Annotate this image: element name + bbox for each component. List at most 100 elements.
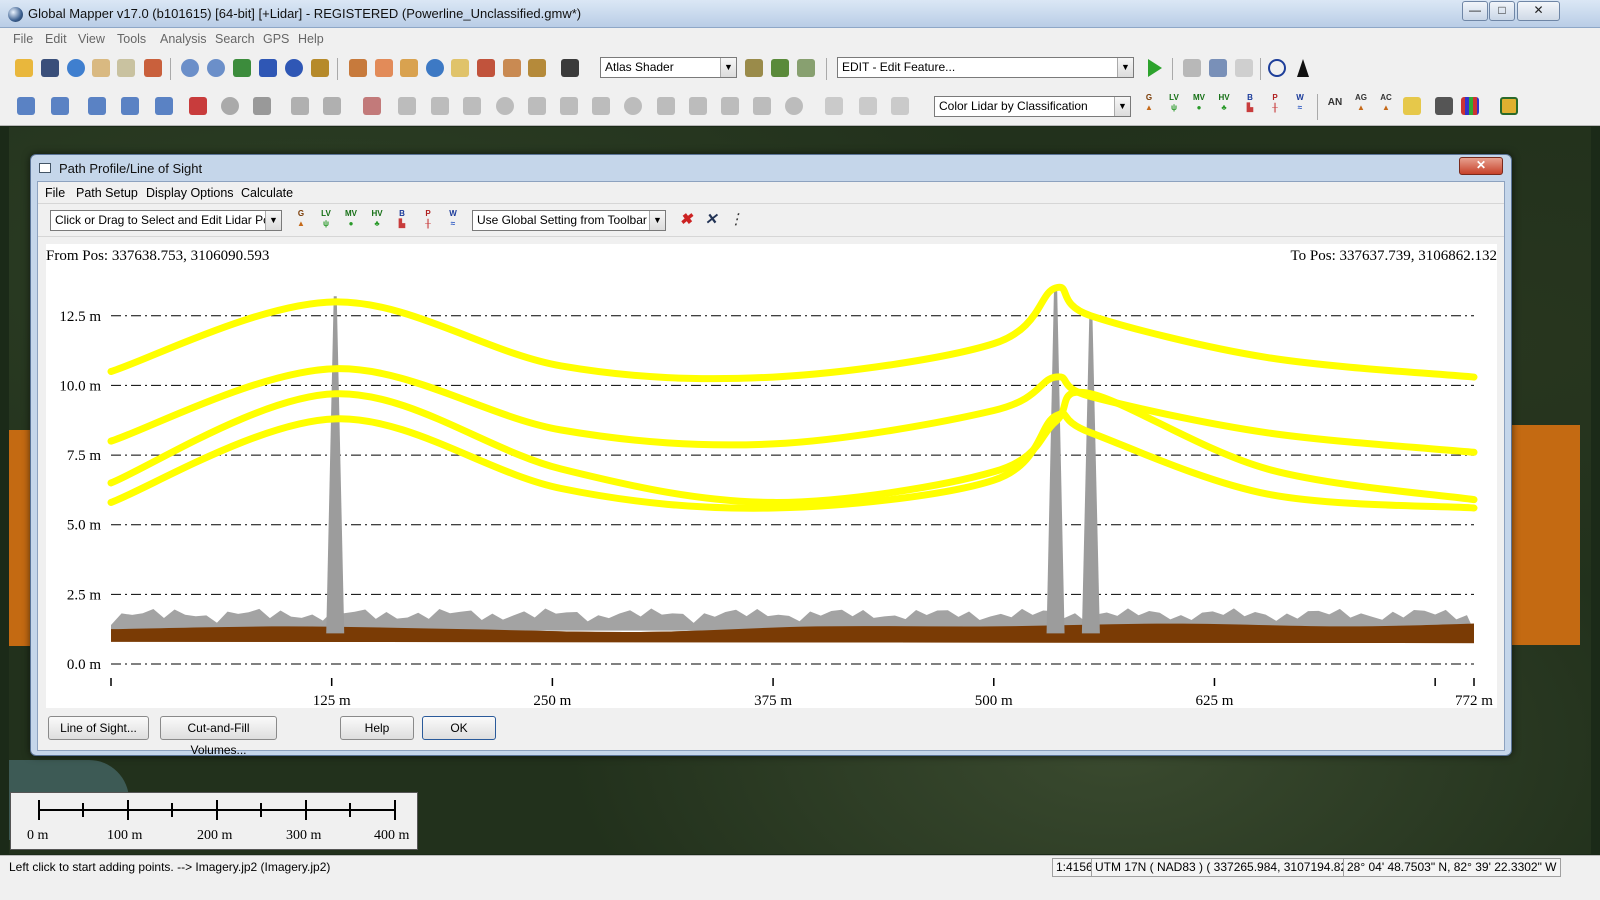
lidar-module-icon[interactable]	[1497, 94, 1521, 118]
menu-analysis[interactable]: Analysis	[160, 32, 207, 46]
binoculars-icon[interactable]	[558, 56, 582, 80]
difference-icon[interactable]	[750, 94, 774, 118]
lidar-class-ground-button[interactable]: G ▲	[1138, 93, 1160, 117]
create-line-icon[interactable]	[85, 94, 109, 118]
snap-icon[interactable]	[1232, 56, 1256, 80]
split-line-icon[interactable]	[395, 94, 419, 118]
path-profile-icon[interactable]	[448, 56, 472, 80]
color-setting-select[interactable]: Use Global Setting from Toolbar ▼	[472, 210, 666, 231]
rotate-tool-icon[interactable]	[493, 94, 517, 118]
intersect-icon[interactable]	[686, 94, 710, 118]
lidar-class-low-veg-button[interactable]: LV ψ	[1163, 93, 1185, 117]
dialog-menu-file[interactable]: File	[45, 186, 65, 200]
zoom-out-icon[interactable]	[204, 56, 228, 80]
tools-icon[interactable]: ✕	[699, 208, 723, 232]
zoom-in-icon[interactable]	[178, 56, 202, 80]
edit-mode-select[interactable]: EDIT - Edit Feature... ▼	[837, 57, 1134, 78]
minimize-button[interactable]: —	[1462, 1, 1488, 21]
menu-view[interactable]: View	[78, 32, 105, 46]
crop-icon[interactable]	[654, 94, 678, 118]
split-points-icon[interactable]: ⋮	[724, 208, 748, 232]
union-icon[interactable]	[718, 94, 742, 118]
save-icon[interactable]	[38, 56, 62, 80]
open-folder-icon[interactable]	[12, 56, 36, 80]
3d-icon[interactable]	[768, 56, 792, 80]
digitizer-icon[interactable]	[500, 56, 524, 80]
zoom-extents-icon[interactable]	[230, 56, 254, 80]
circle-tool-icon[interactable]	[218, 94, 242, 118]
edit-shape-icon[interactable]	[360, 94, 384, 118]
refresh-icon[interactable]	[282, 56, 306, 80]
view-shed-icon[interactable]	[474, 56, 498, 80]
profile-plot[interactable]: From Pos: 337638.753, 3106090.593 To Pos…	[46, 244, 1497, 708]
dialog-menu-path-setup[interactable]: Path Setup	[76, 186, 138, 200]
menu-search[interactable]: Search	[215, 32, 255, 46]
filter-high-veg-button[interactable]: HV ♣	[366, 209, 388, 233]
lidar-color-select[interactable]: Color Lidar by Classification ▼	[934, 96, 1131, 117]
shader-select[interactable]: Atlas Shader ▼	[600, 57, 737, 78]
coordinate-icon[interactable]	[186, 94, 210, 118]
measure-angle-icon[interactable]	[320, 94, 344, 118]
dialog-menu-calculate[interactable]: Calculate	[241, 186, 293, 200]
color-grid-icon[interactable]	[1458, 94, 1482, 118]
print-icon[interactable]	[89, 56, 113, 80]
help-button[interactable]: Help	[340, 716, 414, 740]
create-point-icon[interactable]	[152, 94, 176, 118]
reshape-icon[interactable]	[856, 94, 880, 118]
lidar-class-powerline-button[interactable]: P ╫	[1264, 93, 1286, 117]
menu-gps[interactable]: GPS	[263, 32, 289, 46]
config-icon[interactable]	[141, 56, 165, 80]
line-of-sight-button[interactable]: Line of Sight...	[48, 716, 149, 740]
layer-icon[interactable]	[1206, 56, 1230, 80]
menu-tools[interactable]: Tools	[117, 32, 146, 46]
move-vertex-icon[interactable]	[288, 94, 312, 118]
menu-file[interactable]: File	[13, 32, 33, 46]
filter-med-veg-button[interactable]: MV ●	[340, 209, 362, 233]
transparency-icon[interactable]	[794, 56, 818, 80]
dropdown-tool-icon[interactable]	[525, 56, 549, 80]
close-button[interactable]: ✕	[1517, 1, 1560, 21]
control-center-icon[interactable]	[114, 56, 138, 80]
lidar-class-med-veg-button[interactable]: MV ●	[1188, 93, 1210, 117]
lidar-class-high-veg-button[interactable]: HV ♣	[1213, 93, 1235, 117]
info-icon[interactable]	[423, 56, 447, 80]
annotation-center-button[interactable]: AC ▲	[1375, 93, 1397, 117]
home-icon[interactable]	[256, 56, 280, 80]
filter-low-veg-button[interactable]: LV ψ	[315, 209, 337, 233]
smooth-icon[interactable]	[822, 94, 846, 118]
undo-shape-icon[interactable]	[525, 94, 549, 118]
gps-target-icon[interactable]	[1265, 56, 1289, 80]
tag-icon[interactable]	[1400, 94, 1424, 118]
filter-powerline-button[interactable]: P ╫	[417, 209, 439, 233]
area-tool-icon[interactable]	[428, 94, 452, 118]
maximize-button[interactable]: □	[1489, 1, 1515, 21]
menu-help[interactable]: Help	[298, 32, 324, 46]
zoom-tool-icon[interactable]	[346, 56, 370, 80]
lidar-class-building-button[interactable]: B ▙	[1239, 93, 1261, 117]
cut-tool-icon[interactable]	[460, 94, 484, 118]
create-area-icon[interactable]	[118, 94, 142, 118]
filter-building-button[interactable]: B ▙	[391, 209, 413, 233]
north-arrow-icon[interactable]	[1291, 56, 1315, 80]
filter-water-button[interactable]: W ≈	[442, 209, 464, 233]
edit-vertex-icon[interactable]	[14, 94, 38, 118]
annotation-button[interactable]: AN	[1324, 98, 1346, 122]
delete-points-icon[interactable]: ✖	[674, 208, 698, 232]
annotation-ground-button[interactable]: AG ▲	[1350, 93, 1372, 117]
dialog-menu-display-options[interactable]: Display Options	[146, 186, 234, 200]
crosshair-list-icon[interactable]	[1432, 94, 1456, 118]
merge-icon[interactable]	[589, 94, 613, 118]
filter-ground-button[interactable]: G ▲	[290, 209, 312, 233]
play-icon[interactable]	[1142, 56, 1166, 80]
grid-layers-icon[interactable]	[308, 56, 332, 80]
globe-download-icon[interactable]	[64, 56, 88, 80]
lidar-class-water-button[interactable]: W ≈	[1289, 93, 1311, 117]
buffer-icon[interactable]	[621, 94, 645, 118]
simplify-icon[interactable]	[782, 94, 806, 118]
3d-view-icon[interactable]	[742, 56, 766, 80]
cut-and-fill-button[interactable]: Cut-and-Fill Volumes...	[160, 716, 277, 757]
grid-tool-icon[interactable]	[250, 94, 274, 118]
menu-edit[interactable]: Edit	[45, 32, 67, 46]
digitize-icon[interactable]	[1180, 56, 1204, 80]
dialog-close-button[interactable]: ✕	[1459, 157, 1503, 175]
